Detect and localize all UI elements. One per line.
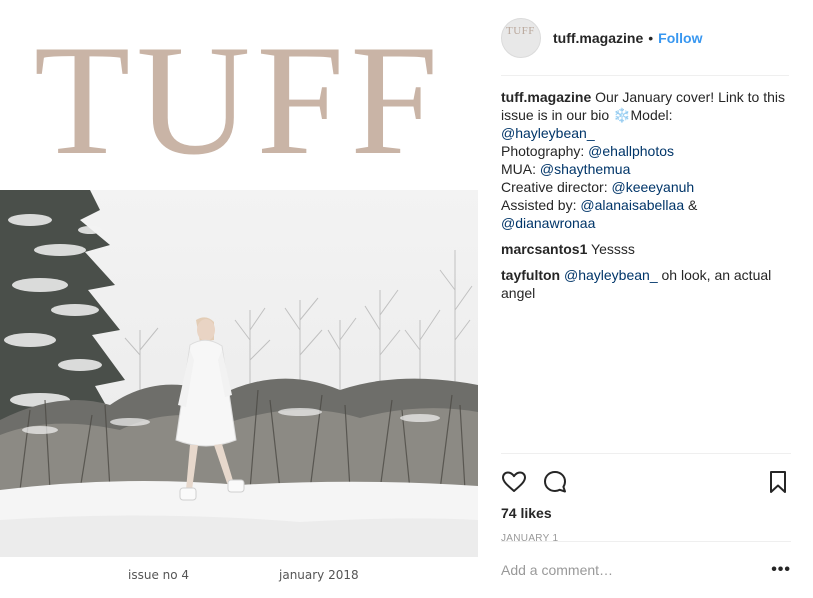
caption: tuff.magazine Our January cover! Link to… [501, 88, 791, 232]
instagram-post: TUFF issue no 4 january 2018 TUFF tuff.m… [0, 0, 813, 597]
action-icons [501, 460, 791, 504]
comment-mention[interactable]: @hayleybean_ [564, 267, 658, 283]
caption-text-2: Model: [630, 107, 673, 123]
director-label: Creative director: [501, 179, 612, 195]
heart-icon[interactable] [501, 469, 527, 495]
assisted-separator: & [684, 197, 698, 213]
comment-item: tayfulton @hayleybean_ oh look, an actua… [501, 266, 791, 302]
mua-label: MUA: [501, 161, 540, 177]
magazine-title: TUFF [33, 13, 445, 188]
post-header: TUFF tuff.magazine • Follow [501, 15, 789, 76]
issue-number: issue no 4 [128, 568, 190, 582]
comment-text: Yessss [591, 241, 635, 257]
mention-photography[interactable]: @ehallphotos [588, 143, 674, 159]
comment-input[interactable] [501, 562, 764, 578]
mention-assisted-1[interactable]: @alanaisabellaa [580, 197, 684, 213]
likes-count[interactable]: 74 likes [501, 505, 791, 521]
header-separator: • [648, 30, 654, 46]
magazine-cover: TUFF issue no 4 january 2018 [0, 0, 478, 597]
actions-section: 74 likes JANUARY 1 [501, 453, 791, 544]
assisted-label: Assisted by: [501, 197, 581, 213]
snowflake-emoji: ❄️ [613, 107, 631, 123]
post-sidebar: TUFF tuff.magazine • Follow tuff.magazin… [478, 0, 813, 597]
header-username[interactable]: tuff.magazine [553, 30, 643, 46]
add-comment-bar: ••• [501, 541, 791, 598]
comment-username[interactable]: tayfulton [501, 267, 560, 283]
cover-footer: issue no 4 january 2018 [0, 568, 478, 588]
comment-list: tuff.magazine Our January cover! Link to… [501, 88, 791, 310]
mention-mua[interactable]: @shaythemua [540, 161, 630, 177]
avatar[interactable]: TUFF [501, 18, 541, 58]
issue-date: january 2018 [279, 568, 359, 582]
more-options-button[interactable]: ••• [771, 561, 791, 579]
comment-username[interactable]: marcsantos1 [501, 241, 587, 257]
comment-bubble-icon[interactable] [542, 469, 568, 495]
mention-director[interactable]: @keeeyanuh [611, 179, 694, 195]
caption-username[interactable]: tuff.magazine [501, 89, 591, 105]
avatar-logo: TUFF [506, 25, 535, 37]
comment-item: marcsantos1 Yessss [501, 240, 791, 258]
mention-model[interactable]: @hayleybean_ [501, 125, 595, 141]
cover-photo [0, 190, 478, 557]
mention-assisted-2[interactable]: @dianawronaa [501, 215, 595, 231]
follow-button[interactable]: Follow [658, 30, 702, 46]
photography-label: Photography: [501, 143, 589, 159]
bookmark-icon[interactable] [765, 469, 791, 495]
